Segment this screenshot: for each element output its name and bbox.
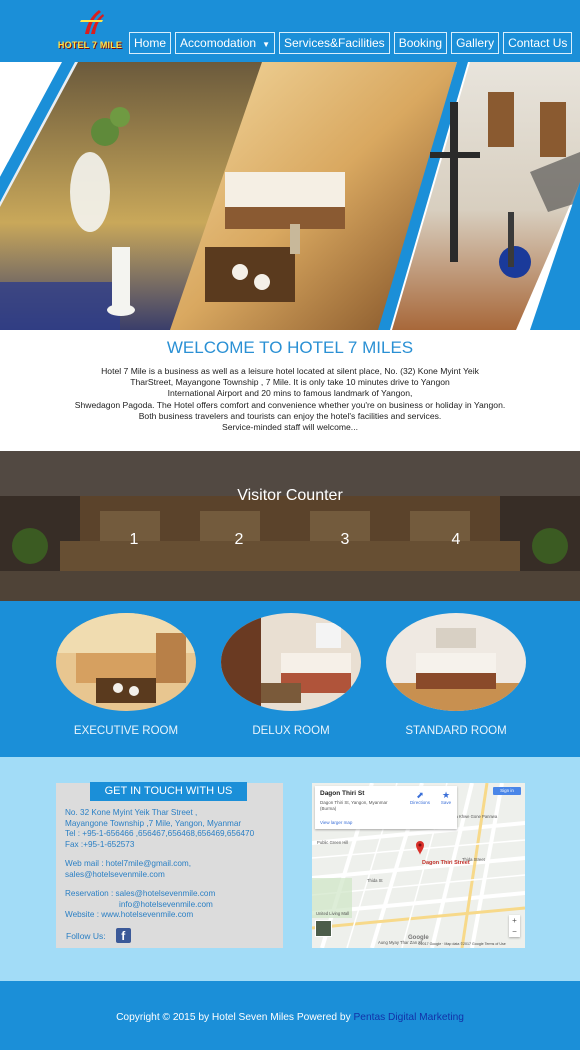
room-card-executive[interactable]: EXECUTIVE ROOM [56,613,196,737]
view-larger-map-link[interactable]: View larger map [320,820,352,825]
lobby-background [0,451,580,601]
map-pin-label[interactable]: Dagon Thiri Street [422,860,470,866]
site-header: HOTEL 7 MILE Home Accomodation ▼ Services&F… [0,0,580,62]
counter-digit: 2 [234,531,244,548]
room-label[interactable]: STANDARD ROOM [386,725,526,737]
nav-item-home[interactable]: Home [129,32,172,54]
standard-room-photo[interactable] [386,613,526,711]
contact-card: GET IN TOUCH WITH US No. 32 Kone Myint Y… [56,782,283,948]
map-info-card: Dagon Thiri St Dagon Thiri St, Yangon, M… [315,786,457,829]
google-logo: Google [408,935,429,941]
hero-collage [0,62,580,330]
star-icon: ★ [441,790,451,800]
zoom-controls: + − [509,915,520,937]
follow-us: Follow Us: f [66,928,131,943]
room-card-delux[interactable]: DELUX ROOM [221,613,361,737]
room-label[interactable]: EXECUTIVE ROOM [56,725,196,737]
save-button[interactable]: ★ Save [437,790,455,805]
fax-line: Fax :+95-1-652573 [65,839,135,849]
map-place-name: Dagon Thiri St [320,790,365,797]
welcome-line: TharStreet, Mayangone Township , 7 Mile.… [130,377,450,388]
counter-digit: 3 [340,531,350,548]
nav-item-services-facilities[interactable]: Services&Facilities [278,32,390,54]
rooms-section: EXECUTIVE ROOM DELUX ROOM STANDARD ROOM [0,601,580,757]
webmail-line[interactable]: Web mail : hotel7mile@gmail.com, [65,859,280,870]
contact-section: GET IN TOUCH WITH US No. 32 Kone Myint Y… [0,757,580,981]
map-label: United Living Mall [316,911,350,916]
room-card-standard[interactable]: STANDARD ROOM [386,613,526,737]
copyright-text: Copyright © 2015 by Hotel Seven Miles Po… [116,1012,464,1023]
nav-item-accomodation[interactable]: Accomodation ▼ [175,32,275,54]
site-footer: Copyright © 2015 by Hotel Seven Miles Po… [0,981,580,1050]
nav-item-gallery[interactable]: Gallery [451,32,500,54]
logo-mark-icon [80,10,104,34]
main-nav: Home Accomodation ▼ Services&Facilities Book… [129,32,576,54]
welcome-line: Hotel 7 Mile is a business as well as a … [101,366,479,376]
follow-us-label: Follow Us: [66,930,106,941]
delux-room-photo[interactable] [221,613,361,711]
contact-details: No. 32 Kone Myint Yeik Thar Street , May… [65,808,280,921]
counter-digit: 1 [129,531,139,548]
welcome-line: International Airport and 20 mins to fam… [167,388,413,399]
sign-in-button[interactable]: Sign in [493,787,521,795]
website-line[interactable]: Website : www.hotelsevenmile.com [65,910,280,921]
directions-icon: ⬈ [416,790,424,800]
hotel-logo[interactable]: HOTEL 7 MILE [55,6,125,54]
facebook-icon[interactable]: f [115,928,131,943]
welcome-title: WELCOME TO HOTEL 7 MILES [166,338,414,357]
map-label: Ma Khwe Gone Pannwa [452,814,498,819]
counter-digit: 4 [451,531,461,548]
map-label: Public Green Hill [317,840,349,845]
directions-button[interactable]: ⬈ Directions [410,790,430,805]
webmail-line[interactable]: sales@hotelsevenmile.com [65,870,280,881]
welcome-line: Shwedagon Pagoda. The Hotel offers comfo… [74,399,506,410]
welcome-line: Both business travelers and tourists can… [138,410,442,421]
zoom-out-button[interactable]: − [509,926,520,937]
executive-room-photo[interactable] [56,613,196,711]
tel-line[interactable]: Tel : +95-1-656466 ,656467,656468,656469… [65,829,280,840]
nav-item-booking[interactable]: Booking [393,32,448,54]
map-attribution[interactable]: ©2017 Google · Map data ©2017 Google Ter… [418,942,506,946]
powered-by-link[interactable]: Pentas Digital Marketing [354,1012,464,1023]
visitor-counter-title: Visitor Counter [237,487,343,504]
location-map[interactable]: Public Green Hill United Living Mall Thi… [312,783,525,948]
contact-heading: GET IN TOUCH WITH US [90,782,247,801]
visitor-counter: Visitor Counter 1 2 3 4 [0,451,580,601]
room-label[interactable]: DELUX ROOM [221,725,361,737]
reservation-line[interactable]: info@hotelsevenmile.com [65,900,280,911]
welcome-line: Service-minded staff will welcome... [222,422,358,433]
welcome-text: Hotel 7 Mile is a business as well as a … [40,366,540,433]
zoom-in-button[interactable]: + [509,915,520,926]
chevron-down-icon: ▼ [262,40,270,49]
satellite-toggle[interactable] [315,920,332,937]
logo-text: HOTEL 7 MILE [57,40,123,50]
address-line: Mayangone Township ,7 Mile, Yangon, Myan… [65,818,242,828]
address-line: No. 32 Kone Myint Yeik Thar Street , [65,808,198,817]
map-place-address: Dagon Thiri St, Yangon, Myanmar (Burma) [320,800,388,811]
hero-banner [0,62,580,330]
map-label: Thida St [367,878,383,883]
nav-item-contact-us[interactable]: Contact Us [503,32,573,54]
reservation-line[interactable]: Reservation : sales@hotelsevenmile.com [65,889,280,900]
